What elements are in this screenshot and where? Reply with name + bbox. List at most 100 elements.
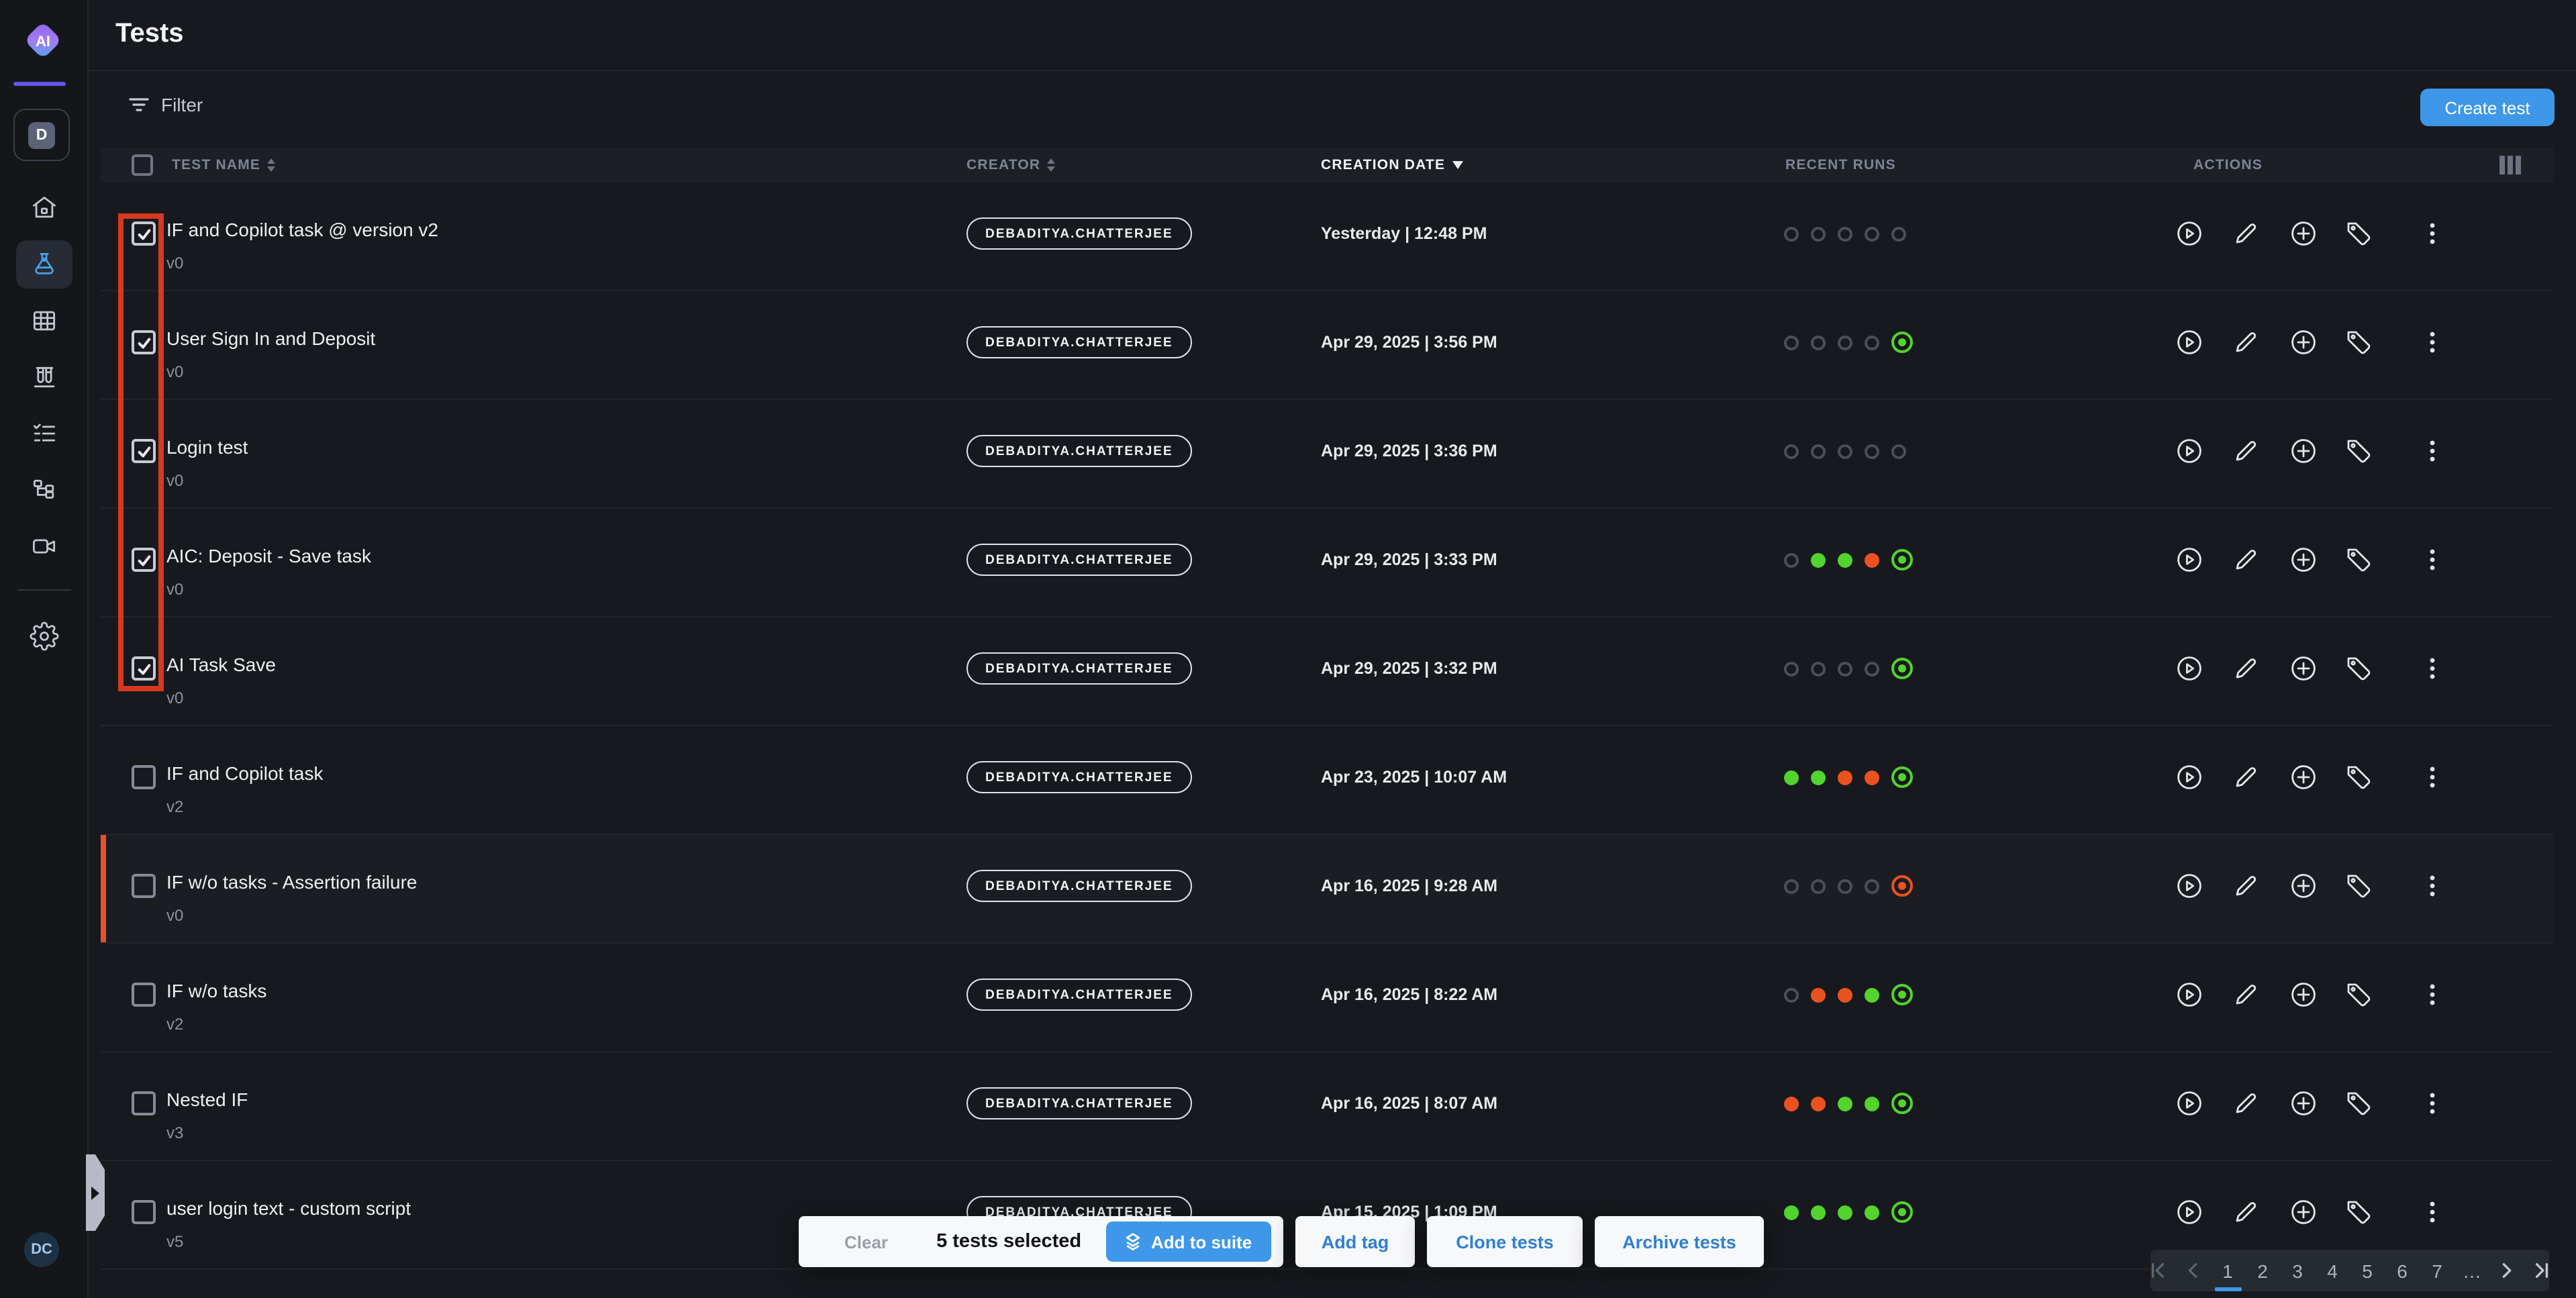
add-test-button[interactable] — [2289, 545, 2318, 575]
last-page-button[interactable] — [2524, 1250, 2559, 1291]
more-test-button[interactable] — [2418, 762, 2447, 792]
more-test-button[interactable] — [2418, 219, 2447, 248]
test-name[interactable]: Login test — [166, 436, 248, 458]
test-name[interactable]: user login text - custom script — [166, 1197, 411, 1219]
more-test-button[interactable] — [2418, 1197, 2447, 1227]
edit-test-button[interactable] — [2231, 980, 2261, 1009]
clear-selection-button[interactable]: Clear — [836, 1230, 896, 1253]
page-6[interactable]: 6 — [2385, 1250, 2420, 1291]
tag-test-button[interactable] — [2344, 762, 2373, 792]
sidebar-item-lab-flask[interactable] — [15, 240, 72, 289]
row-checkbox[interactable] — [132, 1200, 156, 1224]
edit-test-button[interactable] — [2231, 545, 2261, 575]
add-test-button[interactable] — [2289, 762, 2318, 792]
edit-test-button[interactable] — [2231, 436, 2261, 466]
row-checkbox[interactable] — [132, 874, 156, 898]
create-test-button[interactable]: Create test — [2420, 89, 2555, 126]
edit-test-button[interactable] — [2231, 1089, 2261, 1118]
row-checkbox[interactable] — [132, 1091, 156, 1115]
add-test-button[interactable] — [2289, 1197, 2318, 1227]
app-logo-icon[interactable]: AI — [20, 16, 66, 64]
edit-test-button[interactable] — [2231, 654, 2261, 683]
select-all-checkbox[interactable] — [132, 154, 153, 176]
add-test-button[interactable] — [2289, 1089, 2318, 1118]
row-checkbox[interactable] — [132, 330, 156, 354]
filter-button[interactable]: Filter — [129, 94, 203, 115]
run-test-button[interactable] — [2175, 1089, 2204, 1118]
test-name[interactable]: IF w/o tasks — [166, 980, 266, 1001]
more-test-button[interactable] — [2418, 654, 2447, 683]
more-test-button[interactable] — [2418, 871, 2447, 901]
prev-page-button[interactable] — [2175, 1250, 2210, 1291]
tag-test-button[interactable] — [2344, 436, 2373, 466]
row-checkbox[interactable] — [132, 439, 156, 463]
add-tag-button[interactable]: Add tag — [1295, 1216, 1415, 1267]
add-test-button[interactable] — [2289, 980, 2318, 1009]
run-test-button[interactable] — [2175, 436, 2204, 466]
page-4[interactable]: 4 — [2315, 1250, 2350, 1291]
test-name[interactable]: User Sign In and Deposit — [166, 328, 375, 349]
test-name[interactable]: AIC: Deposit - Save task — [166, 545, 371, 566]
row-checkbox[interactable] — [132, 548, 156, 572]
test-name[interactable]: IF and Copilot task — [166, 762, 323, 784]
sidebar-item-home[interactable] — [15, 184, 72, 232]
tag-test-button[interactable] — [2344, 1197, 2373, 1227]
sidebar-item-checklist[interactable] — [15, 409, 72, 458]
clone-tests-button[interactable]: Clone tests — [1427, 1216, 1583, 1267]
run-test-button[interactable] — [2175, 1197, 2204, 1227]
tag-test-button[interactable] — [2344, 1089, 2373, 1118]
test-name[interactable]: IF w/o tasks - Assertion failure — [166, 871, 417, 893]
row-checkbox[interactable] — [132, 983, 156, 1007]
sidebar-item-settings-gear[interactable] — [15, 612, 72, 660]
user-avatar[interactable]: DC — [24, 1232, 59, 1267]
run-test-button[interactable] — [2175, 328, 2204, 357]
edit-test-button[interactable] — [2231, 871, 2261, 901]
test-name[interactable]: Nested IF — [166, 1089, 248, 1110]
add-test-button[interactable] — [2289, 436, 2318, 466]
next-page-button[interactable] — [2489, 1250, 2524, 1291]
tag-test-button[interactable] — [2344, 980, 2373, 1009]
page-5[interactable]: 5 — [2350, 1250, 2385, 1291]
page-7[interactable]: 7 — [2420, 1250, 2455, 1291]
add-test-button[interactable] — [2289, 654, 2318, 683]
tag-test-button[interactable] — [2344, 328, 2373, 357]
workspace-switcher-button[interactable]: D — [13, 109, 70, 161]
column-header-creator[interactable]: CREATOR — [967, 148, 1055, 183]
run-test-button[interactable] — [2175, 654, 2204, 683]
add-test-button[interactable] — [2289, 871, 2318, 901]
more-test-button[interactable] — [2418, 1089, 2447, 1118]
more-test-button[interactable] — [2418, 436, 2447, 466]
add-to-suite-button[interactable]: Add to suite — [1105, 1221, 1271, 1262]
sidebar-item-flow-tree[interactable] — [15, 466, 72, 514]
column-header-creation-date[interactable]: CREATION DATE — [1321, 148, 1463, 183]
column-header-test-name[interactable]: TEST NAME — [172, 148, 275, 183]
run-test-button[interactable] — [2175, 545, 2204, 575]
run-test-button[interactable] — [2175, 762, 2204, 792]
tag-test-button[interactable] — [2344, 219, 2373, 248]
more-test-button[interactable] — [2418, 980, 2447, 1009]
edit-test-button[interactable] — [2231, 1197, 2261, 1227]
tag-test-button[interactable] — [2344, 871, 2373, 901]
test-name[interactable]: IF and Copilot task @ version v2 — [166, 219, 438, 240]
add-test-button[interactable] — [2289, 328, 2318, 357]
run-test-button[interactable] — [2175, 980, 2204, 1009]
edit-test-button[interactable] — [2231, 328, 2261, 357]
run-test-button[interactable] — [2175, 219, 2204, 248]
row-checkbox[interactable] — [132, 765, 156, 789]
edit-test-button[interactable] — [2231, 762, 2261, 792]
archive-tests-button[interactable]: Archive tests — [1595, 1216, 1764, 1267]
first-page-button[interactable] — [2140, 1250, 2175, 1291]
page-3[interactable]: 3 — [2280, 1250, 2315, 1291]
page-2[interactable]: 2 — [2245, 1250, 2280, 1291]
sidebar-item-test-tubes[interactable] — [15, 353, 72, 401]
tag-test-button[interactable] — [2344, 545, 2373, 575]
add-test-button[interactable] — [2289, 219, 2318, 248]
edit-test-button[interactable] — [2231, 219, 2261, 248]
page-1[interactable]: 1 — [2210, 1250, 2245, 1291]
run-test-button[interactable] — [2175, 871, 2204, 901]
column-settings-icon[interactable] — [2499, 156, 2521, 174]
sidebar-item-video-camera[interactable] — [15, 522, 72, 570]
test-name[interactable]: AI Task Save — [166, 654, 276, 675]
more-test-button[interactable] — [2418, 545, 2447, 575]
more-test-button[interactable] — [2418, 328, 2447, 357]
